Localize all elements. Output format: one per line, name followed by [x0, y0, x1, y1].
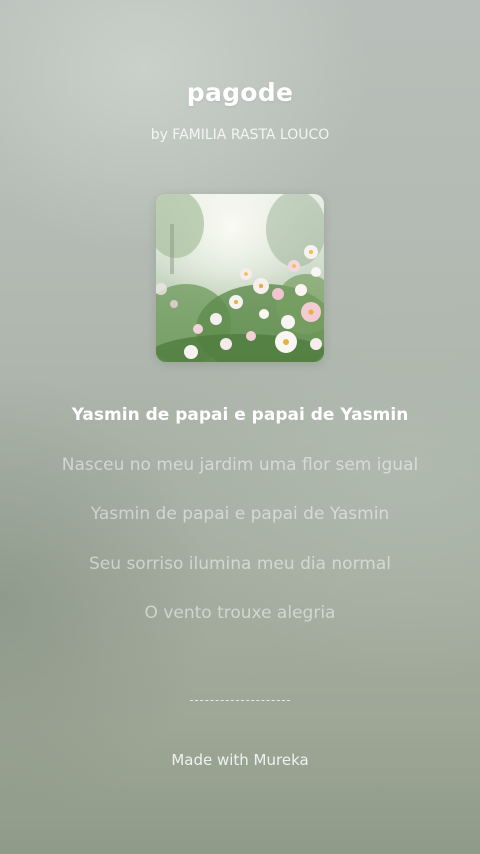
lyric-line-active[interactable]: Yasmin de papai e papai de Yasmin — [0, 398, 480, 448]
lyrics-list: Yasmin de papai e papai de Yasmin Nasceu… — [0, 398, 480, 646]
lyric-line[interactable]: O vento trouxe alegria — [0, 596, 480, 646]
lyric-line[interactable]: Yasmin de papai e papai de Yasmin — [0, 497, 480, 547]
song-lyrics-screen: pagode by FAMILIA RASTA LOUCO Yasmin de … — [0, 0, 480, 854]
lyric-line[interactable]: Seu sorriso ilumina meu dia normal — [0, 547, 480, 597]
album-cover — [156, 194, 324, 362]
made-with-mureka-link[interactable]: Made with Mureka — [0, 751, 480, 769]
flower-garden-artwork-icon — [156, 194, 324, 362]
lyric-line[interactable]: Nasceu no meu jardim uma flor sem igual — [0, 448, 480, 498]
song-title: pagode — [186, 78, 294, 107]
dashed-divider — [190, 700, 290, 701]
song-artist: by FAMILIA RASTA LOUCO — [150, 127, 330, 143]
